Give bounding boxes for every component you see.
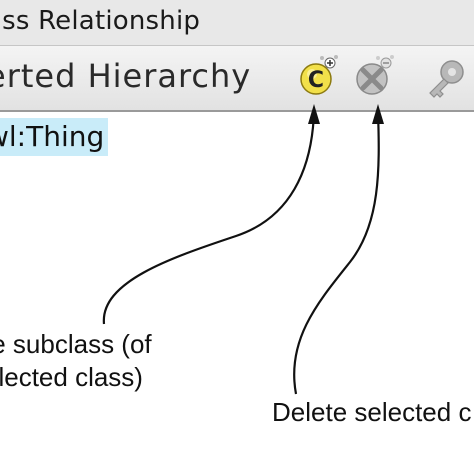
class-tree: wl:Thing (0, 112, 474, 362)
caption-line: elected class) (0, 362, 143, 392)
delete-class-button[interactable] (350, 52, 398, 100)
delete-class-caption: Delete selected c (272, 396, 471, 429)
svg-text:C: C (308, 68, 324, 93)
hierarchy-toolbar: erted Hierarchy C (0, 46, 474, 112)
create-subclass-button[interactable]: C (294, 52, 342, 100)
create-subclass-caption: te subclass (of elected class) (0, 328, 152, 394)
key-button[interactable] (420, 52, 468, 100)
create-subclass-icon: C (300, 55, 338, 95)
caption-line: Delete selected c (272, 397, 472, 427)
window-title: ass Relationship (0, 6, 201, 36)
hierarchy-title: erted Hierarchy (0, 57, 252, 95)
tree-node-label: wl:Thing (0, 120, 105, 153)
screenshot-root: ass Relationship erted Hierarchy C l:Thi… (0, 0, 474, 474)
key-icon (429, 60, 464, 98)
delete-class-icon (356, 55, 394, 95)
window-titlebar: ass Relationship (0, 0, 474, 46)
caption-line: te subclass (of (0, 329, 152, 359)
tree-node-thing[interactable]: wl:Thing (0, 118, 108, 156)
